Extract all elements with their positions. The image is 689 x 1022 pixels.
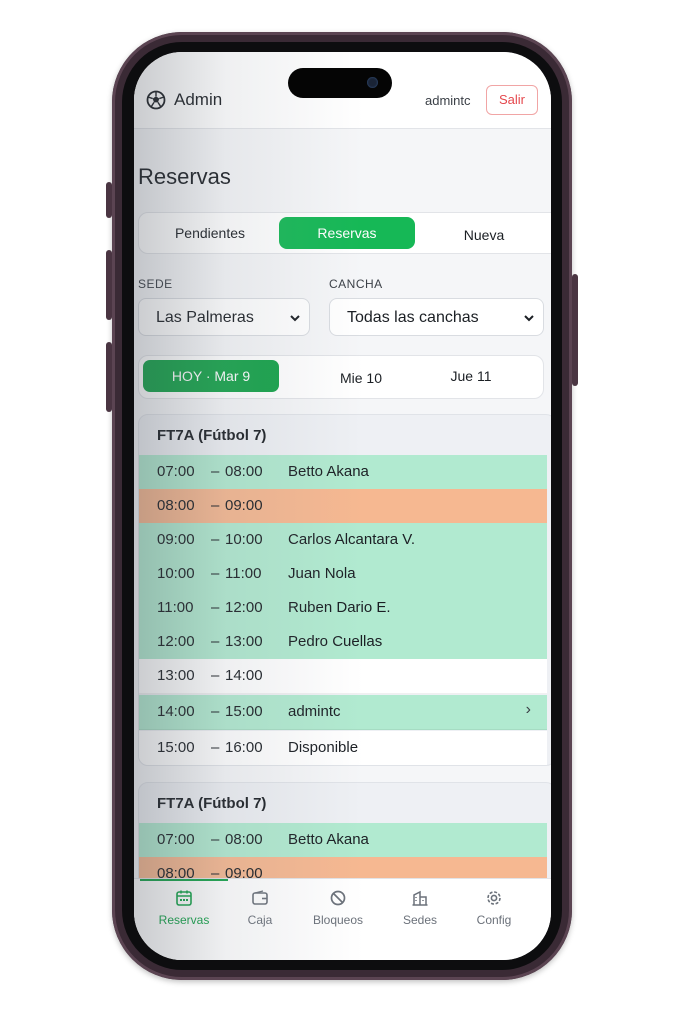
slot-separator: – [211, 497, 220, 514]
current-user: admintc [425, 93, 471, 108]
slot-start: 10:00 [157, 565, 195, 582]
slot-start: 14:00 [157, 703, 195, 720]
soccer-ball-icon [146, 90, 166, 110]
sede-value: Las Palmeras [156, 309, 254, 326]
slot-start: 11:00 [157, 599, 194, 616]
nav-label: Bloqueos [312, 913, 364, 927]
slot-separator: – [211, 463, 220, 480]
nav-config[interactable]: Config [454, 889, 534, 927]
slot-client: Ruben Dario E. [288, 599, 391, 616]
slot-start: 07:00 [157, 831, 195, 848]
slot-start: 15:00 [157, 739, 195, 756]
phone-side-button [106, 342, 112, 412]
time-slot[interactable]: 12:00–13:00 Pedro Cuellas [139, 625, 547, 660]
sede-select[interactable]: Las Palmeras [138, 298, 310, 336]
tab-bar: Pendientes Reservas Nueva [138, 212, 551, 254]
slot-start: 12:00 [157, 633, 195, 650]
chevron-right-icon[interactable]: › [526, 701, 531, 719]
slot-separator: – [211, 739, 220, 756]
cancha-select[interactable]: Todas las canchas [329, 298, 544, 336]
slot-client: Betto Akana [288, 831, 369, 848]
slot-end: 14:00 [225, 667, 263, 684]
slot-separator: – [211, 599, 220, 616]
slot-start: 09:00 [157, 531, 195, 548]
time-slot[interactable]: 11:00–12:00 Ruben Dario E. [139, 591, 547, 626]
day-thu[interactable]: Jue 11 [403, 360, 539, 392]
tab-reservas[interactable]: Reservas [279, 217, 415, 249]
time-slot[interactable]: 14:00–15:00 admintc › [139, 695, 547, 730]
nav-caja[interactable]: Caja [220, 889, 300, 927]
time-slot[interactable]: 13:00–14:00 [139, 659, 547, 694]
time-slot[interactable]: 10:00–11:00 Juan Nola [139, 557, 547, 592]
block-icon [330, 890, 346, 906]
day-selector: HOY · Mar 9 Mie 10 Jue 11 [138, 355, 544, 399]
court-card: FT7A (Fútbol 7) 07:00–08:00 Betto Akana 0… [138, 414, 551, 766]
time-slot[interactable]: 07:00–08:00 Betto Akana [139, 455, 547, 490]
slot-start: 07:00 [157, 463, 195, 480]
nav-label: Reservas [158, 913, 210, 927]
time-slot[interactable]: 09:00–10:00 Carlos Alcantara V. [139, 523, 547, 558]
slot-client: Pedro Cuellas [288, 633, 383, 650]
app-screen: Admin admintc Salir Reservas Pendientes … [134, 52, 551, 960]
time-slot[interactable]: 08:00–09:00 [139, 489, 547, 524]
slot-separator: – [211, 565, 220, 582]
logout-button[interactable]: Salir [486, 85, 538, 115]
slot-end: 13:00 [225, 633, 263, 650]
slot-end: 08:00 [225, 831, 263, 848]
cancha-label: CANCHA [329, 277, 383, 291]
nav-label: Sedes [402, 913, 438, 927]
dynamic-island [288, 68, 392, 98]
slot-start: 08:00 [157, 497, 195, 514]
slot-client: Carlos Alcantara V. [288, 531, 416, 548]
slot-separator: – [211, 667, 220, 684]
slot-end: 11:00 [225, 565, 262, 582]
slot-end: 15:00 [225, 703, 263, 720]
nav-sedes[interactable]: Sedes [380, 889, 460, 927]
phone-side-button [106, 182, 112, 218]
building-icon [412, 890, 428, 906]
chevron-down-icon [290, 315, 300, 322]
slot-start: 13:00 [157, 667, 195, 684]
nav-active-indicator [140, 879, 228, 881]
tab-nueva[interactable]: Nueva [417, 219, 551, 251]
sede-label: SEDE [138, 277, 173, 291]
bottom-nav: Reservas Caja Bloqueos Sedes Config [134, 878, 551, 960]
court-title: FT7A (Fútbol 7) [157, 795, 267, 812]
slot-client: Disponible [288, 739, 359, 756]
nav-label: Caja [247, 913, 273, 927]
slot-separator: – [211, 633, 220, 650]
slot-end: 09:00 [225, 497, 263, 514]
nav-bloqueos[interactable]: Bloqueos [298, 889, 378, 927]
slot-client: Juan Nola [288, 565, 356, 582]
slot-end: 12:00 [225, 599, 263, 616]
slot-client: Betto Akana [288, 463, 369, 480]
chevron-down-icon [524, 315, 534, 322]
day-today[interactable]: HOY · Mar 9 [143, 360, 279, 392]
camera-icon [367, 77, 378, 88]
time-slot[interactable]: 07:00–08:00 Betto Akana [139, 823, 547, 858]
slot-end: 10:00 [225, 531, 263, 548]
phone-side-button [106, 250, 112, 320]
slot-client: admintc [288, 703, 341, 720]
slot-separator: – [211, 831, 220, 848]
app-brand: Admin [174, 90, 223, 109]
nav-reservas[interactable]: Reservas [144, 889, 224, 927]
slot-separator: – [211, 703, 220, 720]
nav-label: Config [476, 913, 512, 927]
wallet-icon [252, 890, 268, 905]
slot-end: 08:00 [225, 463, 263, 480]
time-slot[interactable]: 15:00–16:00 Disponible [139, 731, 547, 765]
slot-end: 16:00 [225, 739, 263, 756]
cancha-value: Todas las canchas [347, 309, 479, 326]
calendar-icon [176, 890, 192, 906]
gear-icon [487, 891, 501, 905]
tab-pendientes[interactable]: Pendientes [143, 217, 277, 249]
court-title: FT7A (Fútbol 7) [157, 427, 267, 444]
page-title: Reservas [138, 164, 231, 189]
slot-separator: – [211, 531, 220, 548]
phone-side-button [572, 274, 578, 386]
